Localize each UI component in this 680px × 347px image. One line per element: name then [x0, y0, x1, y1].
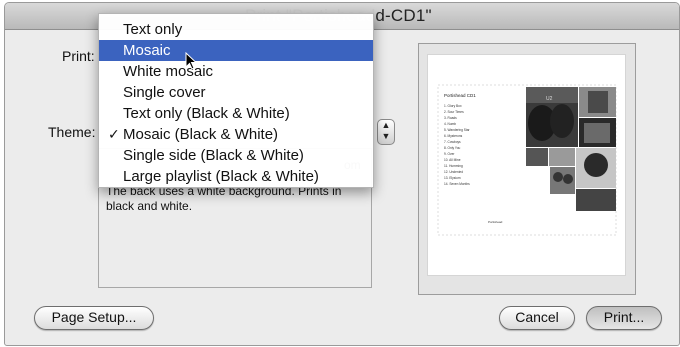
menu-item-large-playlist-bw[interactable]: Large playlist (Black & White): [99, 166, 373, 187]
preview-title: Portishead CD1: [444, 93, 476, 98]
mosaic-figure-3: [588, 91, 608, 113]
menu-item-label: Large playlist (Black & White): [123, 168, 319, 185]
menu-item-label: Single side (Black & White): [123, 147, 304, 164]
preview-track-line: 6. Mysterons: [444, 134, 463, 138]
menu-item-text-only-bw[interactable]: Text only (Black & White): [99, 103, 373, 124]
preview-track-line: 1. Glory Box: [444, 104, 462, 108]
preview-track-line: 13. Elysium: [444, 176, 461, 180]
preview-track-line: 7. Cowboys: [444, 140, 461, 144]
preview-page: Portishead CD1 1. Glory Box 2. Sour Times…: [427, 54, 626, 276]
menu-item-label: Single cover: [123, 84, 206, 101]
preview-footer: Portishead: [488, 220, 503, 224]
mosaic-art-4: [526, 148, 548, 166]
print-label: Print:: [62, 48, 95, 64]
menu-item-mosaic-bw[interactable]: ✓ Mosaic (Black & White): [99, 124, 373, 145]
page-setup-button[interactable]: Page Setup...: [34, 306, 154, 330]
cancel-button[interactable]: Cancel: [499, 306, 575, 330]
mosaic-figure-5: [584, 153, 608, 177]
mosaic-art-5: [549, 148, 575, 166]
popup-stepper-icon: ▲ ▼: [381, 120, 391, 141]
preview-track-line: 14. Seven Months: [444, 182, 470, 186]
mosaic-art-8: [576, 189, 616, 211]
theme-description-text: The back uses a white background. Prints…: [106, 184, 342, 213]
menu-item-text-only[interactable]: Text only: [99, 19, 373, 40]
preview-track-line: 11. Humming: [444, 164, 463, 168]
menu-item-single-side-bw[interactable]: Single side (Black & White): [99, 145, 373, 166]
menu-item-label: Text only: [123, 21, 183, 38]
preview-track-line: 3. Roads: [444, 116, 457, 120]
theme-popup-stepper[interactable]: ▲ ▼: [377, 119, 395, 145]
mosaic-figure-4: [584, 123, 610, 143]
preview-track-line: 8. Only You: [444, 146, 461, 150]
preview-track-line: 5. Wandering Star: [444, 128, 471, 132]
menu-item-label: Mosaic: [123, 42, 171, 59]
mosaic-figure-2: [550, 104, 574, 138]
preview-track-line: 12. Undenied: [444, 170, 463, 174]
mosaic-label: U2: [546, 96, 553, 102]
preview-track-line: 10. All Mine: [444, 158, 461, 162]
menu-item-mosaic[interactable]: Mosaic: [99, 40, 373, 61]
mosaic-figure-7: [563, 174, 573, 184]
menu-item-label: Text only (Black & White): [123, 105, 290, 122]
mosaic-figure-6: [553, 172, 563, 182]
cd-insert-preview: Portishead CD1 1. Glory Box 2. Sour Times…: [437, 84, 617, 236]
menu-item-white-mosaic[interactable]: White mosaic: [99, 61, 373, 82]
title-visible-part: d-CD1": [375, 6, 432, 25]
theme-dropdown-menu: Text only Mosaic White mosaic Single cov…: [98, 13, 374, 188]
menu-item-label: White mosaic: [123, 63, 214, 80]
menu-item-single-cover[interactable]: Single cover: [99, 82, 373, 103]
theme-label: Theme:: [48, 124, 96, 140]
preview-tracklist: 1. Glory Box 2. Sour Times 3. Roads 4. Numb…: [444, 104, 471, 186]
preview-track-line: 4. Numb: [444, 122, 456, 126]
print-button[interactable]: Print...: [586, 306, 662, 330]
preview-track-line: 2. Sour Times: [444, 110, 464, 114]
menu-item-label: Mosaic (Black & White): [123, 126, 279, 143]
preview-frame: Portishead CD1 1. Glory Box 2. Sour Times…: [418, 43, 636, 295]
preview-track-line: 9. Over: [444, 152, 455, 156]
mouse-pointer-icon: [185, 52, 198, 70]
checkmark-icon: ✓: [108, 126, 120, 142]
